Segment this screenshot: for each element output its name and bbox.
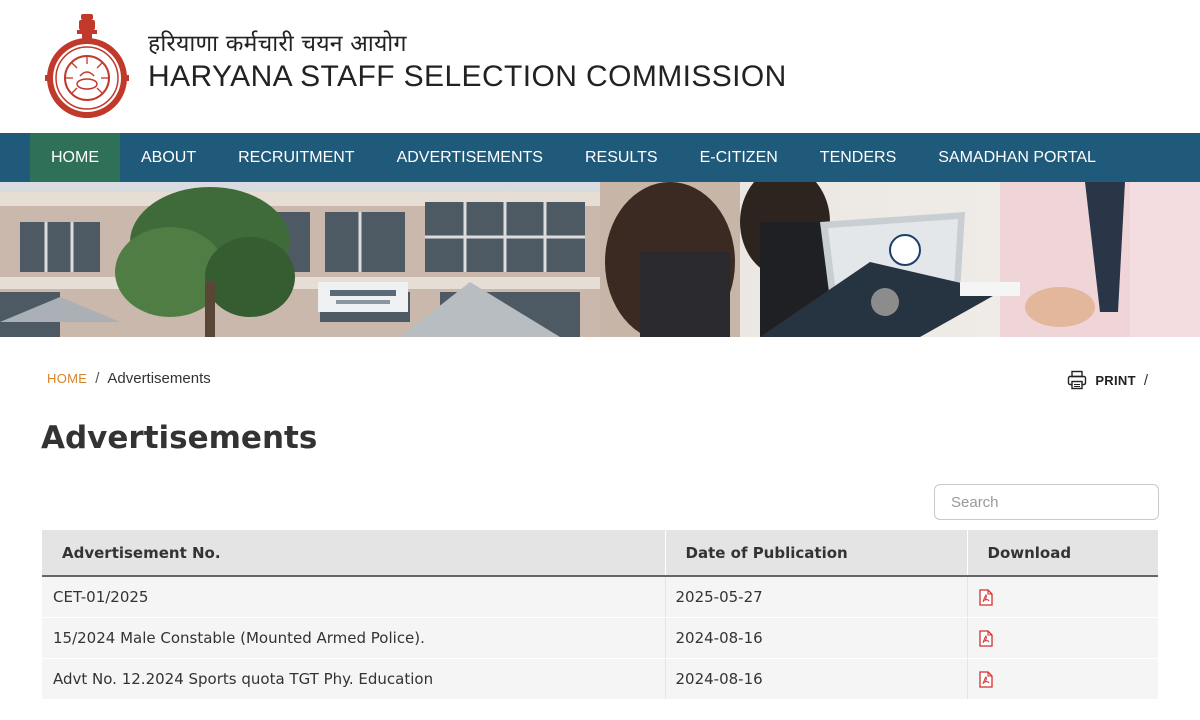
print-separator: / [1143, 371, 1148, 389]
pdf-icon[interactable] [978, 589, 993, 606]
page-title: Advertisements [41, 420, 318, 456]
table-row: CET-01/2025 2025-05-27 [42, 576, 1158, 618]
breadcrumb-current: Advertisements [107, 370, 211, 387]
nav-item-advertisements[interactable]: ADVERTISEMENTS [376, 133, 564, 182]
search-input[interactable] [934, 484, 1159, 520]
haryana-emblem-icon[interactable] [44, 12, 130, 118]
column-header-date[interactable]: Date of Publication [665, 530, 968, 577]
advertisement-cell: Advt No. 12.2024 Sports quota TGT Phy. E… [42, 658, 666, 700]
nav-item-about[interactable]: ABOUT [120, 133, 217, 182]
download-cell [967, 576, 1158, 618]
advertisement-cell: CET-01/2025 [42, 576, 666, 618]
breadcrumb: HOME / Advertisements [47, 370, 211, 387]
nav-item-e-citizen[interactable]: E-CITIZEN [679, 133, 799, 182]
nav-item-home[interactable]: HOME [30, 133, 120, 182]
date-cell: 2025-05-27 [665, 576, 968, 618]
printer-icon [1068, 370, 1087, 390]
pdf-icon[interactable] [978, 629, 993, 647]
table-row: 15/2024 Male Constable (Mounted Armed Po… [42, 617, 1158, 659]
nav-list: HOME ABOUT RECRUITMENT ADVERTISEMENTS RE… [0, 133, 1200, 182]
download-cell [967, 617, 1158, 659]
advertisements-table: Advertisement No. Date of Publication Do… [42, 530, 1158, 700]
date-cell: 2024-08-16 [665, 658, 968, 700]
nav-item-samadhan-portal[interactable]: SAMADHAN PORTAL [917, 133, 1117, 182]
nav-item-recruitment[interactable]: RECRUITMENT [217, 133, 375, 182]
print-button[interactable]: PRINT / [1067, 370, 1148, 390]
hero-banner [0, 182, 1200, 337]
breadcrumb-home-link[interactable]: HOME [47, 371, 87, 386]
site-title-hindi: हरियाणा कर्मचारी चयन आयोग [148, 31, 407, 57]
column-header-download[interactable]: Download [967, 530, 1158, 577]
nav-item-tenders[interactable]: TENDERS [799, 133, 917, 182]
table-row: Advt No. 12.2024 Sports quota TGT Phy. E… [42, 658, 1158, 700]
breadcrumb-separator: / [95, 370, 100, 387]
download-cell [967, 658, 1158, 700]
pdf-icon[interactable] [978, 670, 993, 688]
date-cell: 2024-08-16 [665, 617, 968, 659]
print-label: PRINT [1095, 372, 1136, 388]
advertisements-table-container: Advertisement No. Date of Publication Do… [42, 530, 1158, 700]
site-title-english: HARYANA STAFF SELECTION COMMISSION [148, 60, 787, 93]
table-header-row: Advertisement No. Date of Publication Do… [42, 530, 1158, 577]
nav-item-results[interactable]: RESULTS [564, 133, 679, 182]
advertisement-cell: 15/2024 Male Constable (Mounted Armed Po… [42, 617, 666, 659]
column-header-advertisement[interactable]: Advertisement No. [42, 530, 666, 577]
banner-image [0, 182, 1200, 337]
main-nav: HOME ABOUT RECRUITMENT ADVERTISEMENTS RE… [0, 133, 1200, 182]
site-header: हरियाणा कर्मचारी चयन आयोग HARYANA STAFF … [0, 0, 1200, 133]
